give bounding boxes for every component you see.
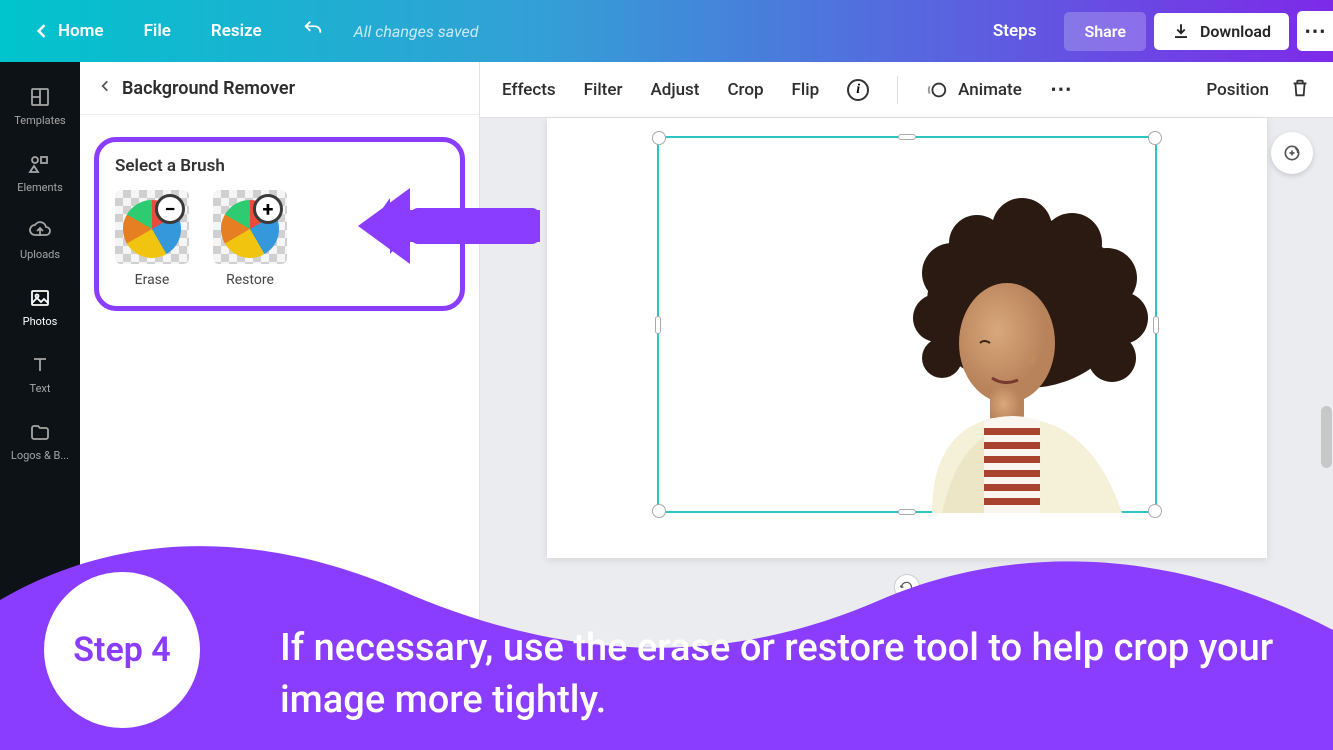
resize-handle-tr[interactable] <box>1148 131 1162 145</box>
share-button[interactable]: Share <box>1064 12 1146 51</box>
filter-button[interactable]: Filter <box>584 80 623 100</box>
steps-button[interactable]: Steps <box>973 11 1057 51</box>
text-icon <box>27 352 53 378</box>
effects-button[interactable]: Effects <box>502 80 556 100</box>
resize-handle-r[interactable] <box>1153 316 1159 334</box>
context-toolbar: Effects Filter Adjust Crop Flip i Animat… <box>480 62 1333 118</box>
resize-handle-bl[interactable] <box>652 504 666 518</box>
ellipsis-icon: ⋯ <box>1304 19 1326 44</box>
minus-icon: − <box>155 194 185 224</box>
design-canvas[interactable] <box>547 118 1267 558</box>
chevron-left-icon <box>32 21 52 41</box>
download-icon <box>1172 22 1190 40</box>
trash-icon <box>1289 77 1311 99</box>
rotate-handle[interactable] <box>894 574 920 600</box>
templates-icon <box>27 84 53 110</box>
top-menu-bar: Home File Resize All changes saved Steps… <box>0 0 1333 62</box>
sidebar-item-text[interactable]: Text <box>0 340 80 407</box>
more-button[interactable]: ⋯ <box>1297 11 1333 51</box>
restore-label: Restore <box>226 272 274 288</box>
flip-button[interactable]: Flip <box>792 80 820 100</box>
resize-handle-l[interactable] <box>655 316 661 334</box>
resize-handle-t[interactable] <box>898 134 916 140</box>
rotate-icon <box>899 580 914 595</box>
folder-icon <box>27 419 53 445</box>
photos-icon <box>27 285 53 311</box>
panel-back-button[interactable] <box>98 76 112 100</box>
sidebar-item-photos[interactable]: Photos <box>0 273 80 340</box>
brush-select-title: Select a Brush <box>115 156 444 176</box>
delete-button[interactable] <box>1289 77 1311 103</box>
sidebar-item-uploads[interactable]: Uploads <box>0 206 80 273</box>
brush-select-box: Select a Brush − Erase + Restore <box>94 137 465 311</box>
undo-icon <box>302 18 324 40</box>
uploads-icon <box>27 218 53 244</box>
erase-brush-option[interactable]: − Erase <box>115 190 189 288</box>
chevron-left-icon <box>98 77 112 95</box>
panel-title: Background Remover <box>122 78 295 99</box>
elements-icon <box>27 151 53 177</box>
erase-brush-thumbnail: − <box>115 190 189 264</box>
adjust-button[interactable]: Adjust <box>650 80 699 100</box>
canvas-image-subject[interactable] <box>872 193 1152 513</box>
context-more-button[interactable]: ⋯ <box>1050 77 1074 102</box>
side-panel: Background Remover Select a Brush − Eras… <box>80 62 480 750</box>
animate-icon <box>926 79 948 101</box>
resize-menu[interactable]: Resize <box>191 11 282 51</box>
plus-icon: + <box>253 194 283 224</box>
add-page-icon <box>1282 143 1302 163</box>
sidebar-item-logos[interactable]: Logos & B... <box>0 407 80 474</box>
animate-button[interactable]: Animate <box>926 79 1022 101</box>
resize-handle-tl[interactable] <box>652 131 666 145</box>
position-button[interactable]: Position <box>1206 80 1269 100</box>
add-page-fab[interactable] <box>1271 132 1313 174</box>
restore-brush-thumbnail: + <box>213 190 287 264</box>
info-icon[interactable]: i <box>847 79 869 101</box>
object-sidebar: Templates Elements Uploads Photos Text L… <box>0 62 80 750</box>
file-menu[interactable]: File <box>124 11 191 51</box>
restore-brush-option[interactable]: + Restore <box>213 190 287 288</box>
save-status: All changes saved <box>354 22 479 41</box>
home-button[interactable]: Home <box>12 11 124 51</box>
download-button[interactable]: Download <box>1154 13 1289 50</box>
sidebar-item-templates[interactable]: Templates <box>0 72 80 139</box>
canvas-area: Effects Filter Adjust Crop Flip i Animat… <box>480 62 1333 750</box>
erase-label: Erase <box>135 272 170 288</box>
scrollbar-thumb[interactable] <box>1321 406 1332 468</box>
crop-button[interactable]: Crop <box>727 80 763 100</box>
sidebar-item-elements[interactable]: Elements <box>0 139 80 206</box>
undo-button[interactable] <box>282 8 344 55</box>
